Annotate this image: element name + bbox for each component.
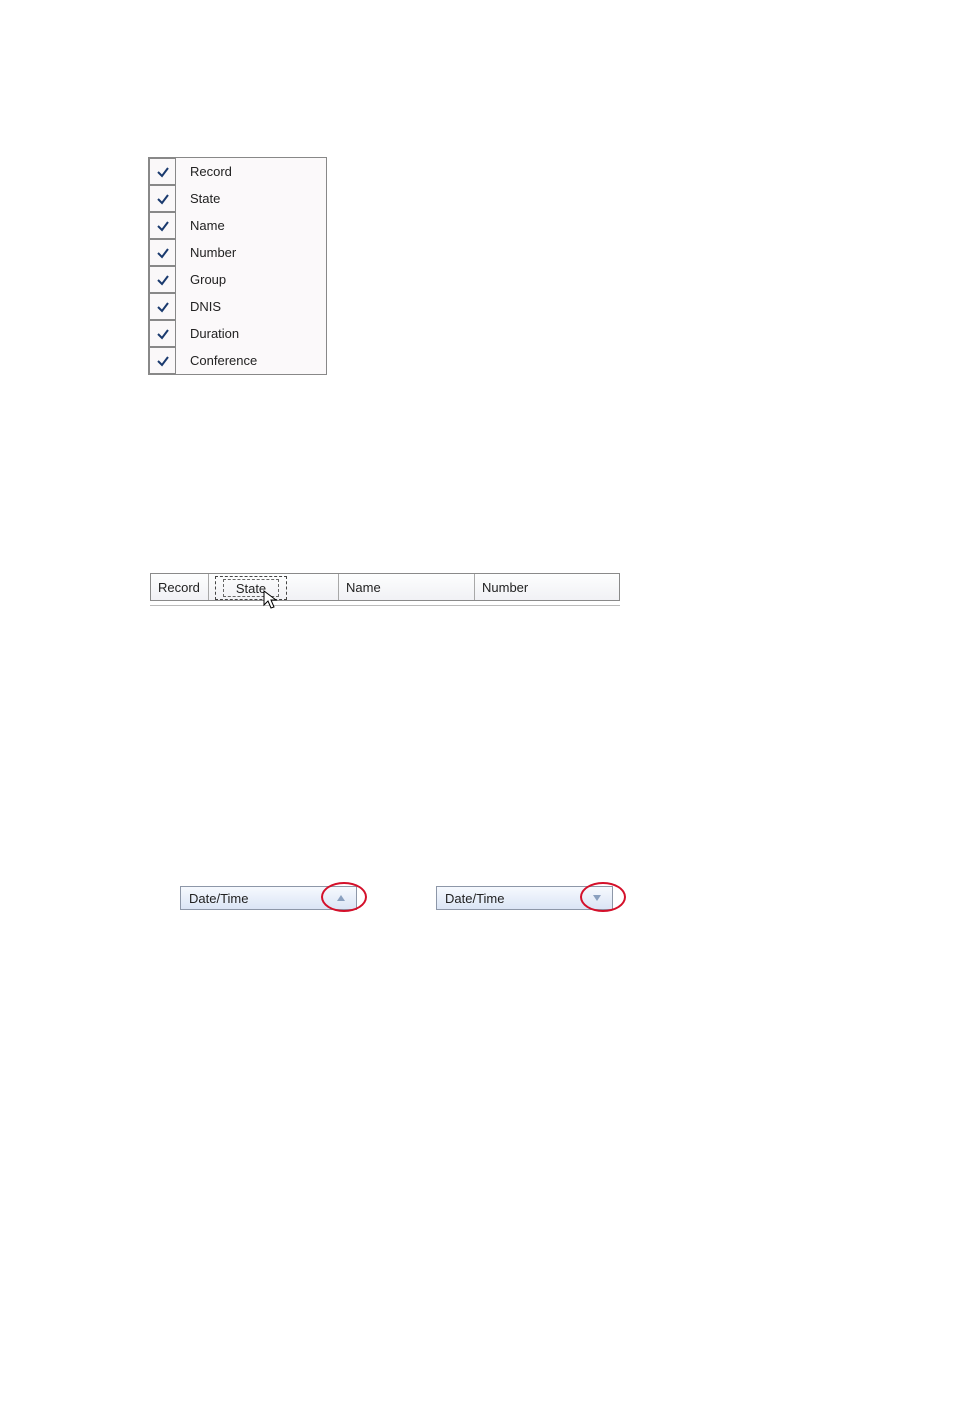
column-head-label: Number (482, 580, 528, 595)
check-icon (149, 212, 176, 239)
column-option-record[interactable]: Record (149, 158, 326, 185)
column-option-label: Number (176, 245, 236, 260)
column-option-label: State (176, 191, 220, 206)
column-option-number[interactable]: Number (149, 239, 326, 266)
check-icon (149, 239, 176, 266)
check-icon (149, 185, 176, 212)
check-icon (149, 293, 176, 320)
column-option-label: Duration (176, 326, 239, 341)
column-header-bar: Record Name Number State (150, 573, 620, 606)
sort-label: Date/Time (181, 891, 332, 906)
sort-label: Date/Time (437, 891, 588, 906)
column-option-dnis[interactable]: DNIS (149, 293, 326, 320)
column-head-number[interactable]: Number (474, 574, 620, 600)
column-option-name[interactable]: Name (149, 212, 326, 239)
column-option-label: Conference (176, 353, 257, 368)
annotation-circle (321, 882, 367, 912)
column-option-group[interactable]: Group (149, 266, 326, 293)
annotation-circle (580, 882, 626, 912)
column-option-label: Group (176, 272, 226, 287)
column-option-label: DNIS (176, 299, 221, 314)
check-icon (149, 347, 176, 374)
column-head-label: Name (346, 580, 381, 595)
column-option-conference[interactable]: Conference (149, 347, 326, 374)
column-head-record[interactable]: Record (150, 574, 208, 600)
column-option-label: Record (176, 164, 232, 179)
check-icon (149, 266, 176, 293)
column-option-duration[interactable]: Duration (149, 320, 326, 347)
column-head-name[interactable]: Name (338, 574, 474, 600)
column-head-label: Record (158, 580, 200, 595)
check-icon (149, 158, 176, 185)
check-icon (149, 320, 176, 347)
column-picker-panel: Record State Name Number Group DNIS Du (148, 157, 327, 375)
column-option-state[interactable]: State (149, 185, 326, 212)
column-option-label: Name (176, 218, 225, 233)
cursor-icon (263, 590, 279, 610)
